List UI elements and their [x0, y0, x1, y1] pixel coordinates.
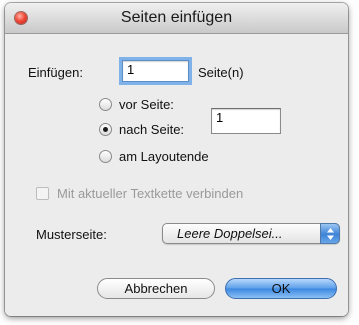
dialog-title: Seiten einfügen: [120, 9, 233, 26]
title-bar[interactable]: Seiten einfügen: [5, 3, 348, 34]
cancel-button[interactable]: Abbrechen: [97, 278, 215, 299]
page-count-unit: Seite(n): [198, 65, 244, 80]
radio-before-page-label[interactable]: vor Seite:: [119, 97, 174, 112]
insert-pages-dialog: Seiten einfügen Einfügen: 1 Seite(n) vor…: [5, 3, 348, 316]
radio-after-page-label[interactable]: nach Seite:: [119, 122, 184, 137]
radio-end-of-layout[interactable]: [99, 150, 112, 163]
master-page-popup[interactable]: Leere Doppelsei...: [162, 223, 340, 244]
radio-selected-dot: [103, 127, 108, 132]
einfuegen-label: Einfügen:: [28, 65, 83, 80]
page-number-input[interactable]: 1: [211, 108, 281, 134]
link-text-frame-checkbox[interactable]: [36, 187, 49, 200]
link-text-frame-label: Mit aktueller Textkette verbinden: [57, 186, 244, 201]
dialog-content: Einfügen: 1 Seite(n) vor Seite: nach Sei…: [5, 34, 348, 316]
master-page-value: Leere Doppelsei...: [177, 226, 283, 241]
page-count-input[interactable]: 1: [122, 60, 189, 82]
radio-end-of-layout-label[interactable]: am Layoutende: [119, 149, 209, 164]
chevron-up-down-icon: [320, 223, 340, 244]
ok-button[interactable]: OK: [225, 278, 337, 299]
radio-before-page[interactable]: [99, 98, 112, 111]
master-page-label: Musterseite:: [36, 227, 107, 242]
radio-after-page[interactable]: [99, 123, 112, 136]
